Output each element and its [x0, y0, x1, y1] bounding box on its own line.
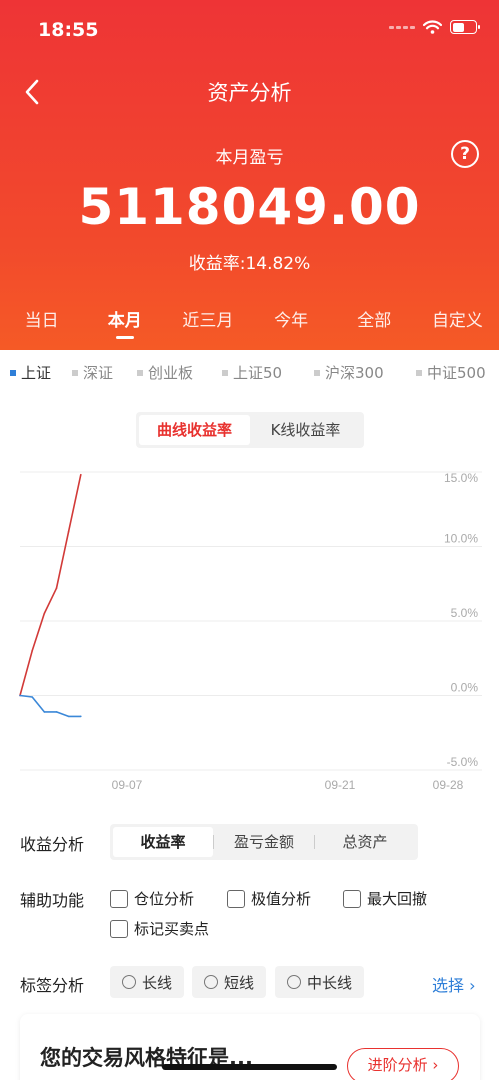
chart-mode-toggle: 曲线收益率 K线收益率	[136, 412, 364, 448]
period-tab-3[interactable]: 今年	[250, 306, 333, 350]
checkbox-icon	[343, 889, 361, 908]
signal-icon	[389, 25, 415, 29]
aux-option-1[interactable]: 极值分析	[227, 888, 311, 909]
income-option-1[interactable]: 盈亏金额	[214, 827, 314, 857]
chart-mode-option-1[interactable]: K线收益率	[250, 415, 361, 445]
tag-option-label: 长线	[142, 973, 173, 992]
y-tick-label: 15.0%	[444, 471, 478, 485]
profit-value: 5118049.00	[78, 178, 421, 236]
period-tab-5[interactable]: 自定义	[416, 306, 499, 350]
tag-option-label: 中长线	[307, 973, 353, 992]
index-option-5[interactable]: 中证500	[416, 362, 486, 383]
aux-option-label: 极值分析	[251, 890, 312, 908]
index-option-3[interactable]: 上证50	[222, 362, 282, 383]
index-marker-icon	[314, 369, 320, 376]
select-label: 选择	[432, 976, 465, 995]
tag-option-label: 短线	[224, 973, 255, 992]
index-label: 创业板	[148, 364, 194, 382]
x-tick-label: 09-07	[112, 778, 143, 792]
aux-option-label: 标记买卖点	[134, 920, 210, 938]
y-tick-label: 0.0%	[451, 681, 479, 695]
y-tick-label: -5.0%	[447, 755, 479, 769]
home-indicator	[162, 1064, 337, 1070]
income-option-2[interactable]: 总资产	[315, 827, 415, 857]
series-point	[67, 530, 70, 533]
series-point	[19, 694, 21, 697]
index-marker-icon	[222, 369, 228, 376]
index-marker-icon	[72, 369, 78, 376]
index-label: 中证500	[427, 364, 486, 382]
trading-style-card: 您的交易风格特征是... 进阶分析 ›	[20, 1014, 480, 1080]
index-label: 沪深300	[325, 364, 384, 382]
index-marker-icon	[10, 369, 16, 376]
checkbox-icon	[110, 889, 128, 908]
series-point	[31, 650, 33, 652]
page-title: 资产分析	[207, 81, 292, 105]
status-time: 18:55	[38, 19, 99, 41]
yield-chart: 15.0% 10.0% 5.0% 0.0% -5.0% 09-07 09-21 09-28	[19, 471, 482, 792]
help-icon[interactable]: ?	[451, 140, 479, 168]
index-option-0[interactable]: 上证	[10, 362, 51, 383]
battery-icon	[450, 20, 480, 34]
tag-analysis-label: 标签分析	[20, 976, 85, 995]
period-tabs: 当日 本月 近三月 今年 全部 自定义	[0, 306, 499, 350]
series-line-0	[19, 474, 82, 696]
select-link[interactable]: 选择 ›	[432, 972, 476, 996]
yield-rate: 收益率:14.82%	[0, 249, 499, 274]
header: 18:55 资产分析 本月盈亏 ? 5118049.00 收益率:14.82% …	[0, 0, 499, 350]
index-option-1[interactable]: 深证	[72, 362, 113, 383]
tag-option-2[interactable]: 中长线	[275, 966, 365, 998]
income-option-0[interactable]: 收益率	[113, 827, 213, 857]
tag-option-0[interactable]: 长线	[110, 966, 185, 998]
radio-icon	[287, 975, 301, 989]
index-label: 深证	[83, 364, 114, 382]
index-label: 上证	[21, 364, 52, 382]
y-tick-label: 10.0%	[444, 532, 478, 546]
income-analysis-label: 收益分析	[20, 835, 85, 854]
index-marker-icon	[416, 369, 422, 376]
period-tab-1[interactable]: 本月	[83, 306, 166, 350]
wifi-icon	[423, 20, 442, 34]
checkbox-icon	[227, 889, 245, 908]
chart-mode-option-0[interactable]: 曲线收益率	[139, 415, 250, 445]
y-tick-label: 5.0%	[451, 606, 479, 620]
x-tick-label: 09-21	[325, 778, 356, 792]
index-marker-icon	[137, 369, 143, 376]
series-point	[43, 711, 46, 713]
period-tab-0[interactable]: 当日	[0, 306, 83, 350]
series-line-1	[19, 694, 81, 718]
aux-option-2[interactable]: 最大回撤	[343, 888, 427, 909]
series-point	[80, 473, 82, 476]
index-option-4[interactable]: 沪深300	[314, 362, 384, 383]
series-point	[80, 715, 82, 718]
radio-icon	[122, 975, 136, 989]
series-point	[31, 696, 33, 698]
index-selector: 上证 深证 创业板 上证50 沪深300 中证500	[0, 362, 499, 390]
yield-label: 收益率:	[188, 254, 246, 274]
radio-icon	[204, 975, 218, 989]
index-option-2[interactable]: 创业板	[137, 362, 193, 383]
aux-option-0[interactable]: 仓位分析	[110, 888, 194, 909]
series-point	[67, 715, 70, 718]
advanced-analysis-button[interactable]: 进阶分析 ›	[347, 1048, 459, 1080]
profit-label: 本月盈亏	[215, 148, 284, 168]
aux-option-label: 最大回撤	[367, 890, 428, 908]
series-point	[55, 711, 58, 713]
checkbox-icon	[110, 919, 128, 938]
tag-option-1[interactable]: 短线	[192, 966, 267, 998]
aux-option-3[interactable]: 标记买卖点	[110, 918, 209, 939]
period-tab-2[interactable]: 近三月	[166, 306, 249, 350]
series-point	[55, 587, 58, 590]
advanced-analysis-label: 进阶分析	[367, 1056, 428, 1074]
status-icons	[389, 20, 480, 34]
aux-label: 辅助功能	[20, 891, 85, 910]
index-label: 上证50	[233, 364, 283, 382]
income-analysis-toggle: 收益率 盈亏金额 总资产	[110, 824, 418, 860]
x-tick-label: 09-28	[433, 778, 464, 792]
yield-value: 14.82%	[245, 254, 311, 274]
aux-option-label: 仓位分析	[134, 890, 195, 908]
series-point	[43, 612, 46, 615]
period-tab-4[interactable]: 全部	[333, 306, 416, 350]
